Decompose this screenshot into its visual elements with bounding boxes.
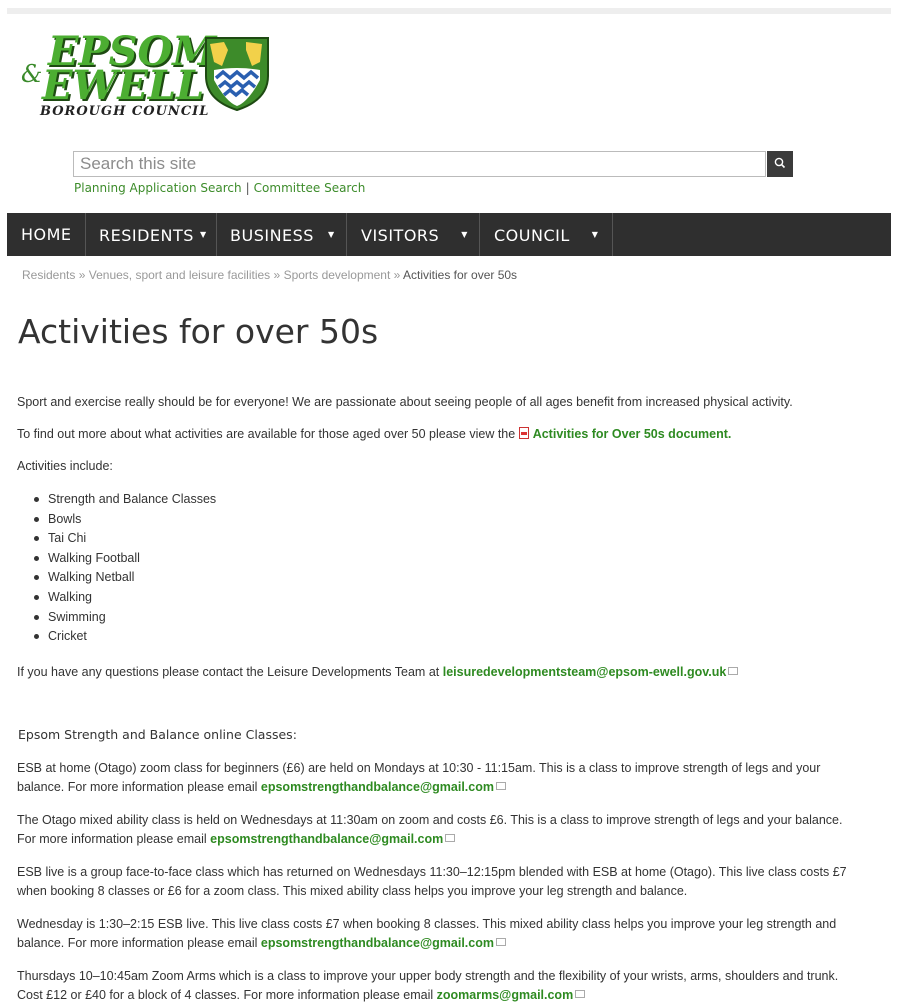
top-strip xyxy=(7,8,891,14)
p4-line2: balance. For more information please ema… xyxy=(17,936,506,950)
planning-application-search-link[interactable]: Planning Application Search xyxy=(74,181,242,195)
find-out-paragraph: To find out more about what activities a… xyxy=(17,427,731,441)
breadcrumb-separator: » xyxy=(273,268,281,282)
council-logo[interactable]: EPSOM & EWELL BOROUGH COUNCIL xyxy=(18,30,278,122)
envelope-icon xyxy=(445,834,456,842)
nav-item-business[interactable]: BUSINESS ▼ xyxy=(230,213,335,256)
nav-item-home[interactable]: HOME xyxy=(21,213,72,256)
triangle-down-icon: ▼ xyxy=(199,230,207,239)
quick-search-links: Planning Application Search | Committee Se… xyxy=(74,181,365,195)
intro-paragraph: Sport and exercise really should be for … xyxy=(17,395,793,409)
activities-document-link[interactable]: Activities for Over 50s document. xyxy=(533,427,732,441)
contact-paragraph: If you have any questions please contact… xyxy=(17,665,739,679)
esb-email-link[interactable]: epsomstrengthandbalance@gmail.com xyxy=(210,832,443,846)
nav-visitors-label: VISITORS xyxy=(361,226,440,245)
p2-line1: The Otago mixed ability class is held on… xyxy=(17,813,843,827)
triangle-down-icon: ▼ xyxy=(327,230,335,239)
list-item: Walking Football xyxy=(30,549,216,569)
envelope-icon xyxy=(495,938,506,946)
activities-list: Strength and Balance Classes Bowls Tai C… xyxy=(30,490,216,647)
list-item: Bowls xyxy=(30,510,216,530)
p5-line2: Cost £12 or £40 for a block of 4 classes… xyxy=(17,988,586,1002)
p4-line1: Wednesday is 1:30–2:15 ESB live. This li… xyxy=(17,917,837,931)
nav-business-label: BUSINESS xyxy=(230,226,314,245)
link-separator: | xyxy=(245,181,250,195)
breadcrumb-current: Activities for over 50s xyxy=(403,268,518,282)
find-out-text: To find out more about what activities a… xyxy=(17,427,516,441)
p4-text: balance. For more information please ema… xyxy=(17,936,258,950)
triangle-down-icon: ▼ xyxy=(461,230,468,239)
nav-item-residents[interactable]: RESIDENTS ▼ xyxy=(99,213,207,256)
search-button[interactable] xyxy=(767,151,793,177)
classes-heading: Epsom Strength and Balance online Classe… xyxy=(18,727,297,742)
activities-intro: Activities include: xyxy=(17,459,113,473)
esb-email-link[interactable]: epsomstrengthandbalance@gmail.com xyxy=(261,780,494,794)
main-navigation: HOME RESIDENTS ▼ BUSINESS ▼ VISITORS ▼ COUN… xyxy=(7,213,891,256)
logo-word-ewell: EWELL xyxy=(42,62,205,109)
p1-line1: ESB at home (Otago) zoom class for begin… xyxy=(17,761,821,775)
search-placeholder: Search this site xyxy=(80,154,197,173)
nav-divider xyxy=(479,213,480,256)
envelope-icon xyxy=(728,667,739,675)
p1-text: balance. For more information please ema… xyxy=(17,780,258,794)
nav-divider xyxy=(346,213,347,256)
page-title: Activities for over 50s xyxy=(18,312,379,351)
breadcrumb-residents[interactable]: Residents xyxy=(22,268,75,282)
nav-divider xyxy=(216,213,217,256)
list-item: Walking xyxy=(30,588,216,608)
list-item: Tai Chi xyxy=(30,529,216,549)
nav-council-label: COUNCIL xyxy=(494,226,570,245)
logo-subtitle: BOROUGH COUNCIL xyxy=(40,104,210,119)
leisure-team-email-link[interactable]: leisuredevelopmentsteam@epsom-ewell.gov.… xyxy=(443,665,727,679)
list-item: Swimming xyxy=(30,608,216,628)
zoomarms-email-link[interactable]: zoomarms@gmail.com xyxy=(437,988,574,1002)
p1-line2: balance. For more information please ema… xyxy=(17,780,506,794)
p5-text: Cost £12 or £40 for a block of 4 classes… xyxy=(17,988,434,1002)
breadcrumb-separator: » xyxy=(78,268,86,282)
list-item: Walking Netball xyxy=(30,568,216,588)
logo-ampersand: & xyxy=(21,60,43,88)
p3-line2: when booking 8 classes or £6 for a zoom … xyxy=(17,884,688,898)
envelope-icon xyxy=(575,990,586,998)
breadcrumb-separator: » xyxy=(393,268,401,282)
pdf-icon xyxy=(518,427,529,439)
contact-text: If you have any questions please contact… xyxy=(17,665,440,679)
list-item: Strength and Balance Classes xyxy=(30,490,216,510)
breadcrumb-venues[interactable]: Venues, sport and leisure facilities xyxy=(89,268,270,282)
triangle-down-icon: ▼ xyxy=(591,230,599,239)
nav-item-council[interactable]: COUNCIL ▼ xyxy=(494,213,598,256)
nav-divider xyxy=(612,213,613,256)
nav-home-label: HOME xyxy=(21,225,72,244)
p5-line1: Thursdays 10–10:45am Zoom Arms which is … xyxy=(17,969,839,983)
search-input[interactable]: Search this site xyxy=(73,151,766,177)
envelope-icon xyxy=(495,782,506,790)
search-icon xyxy=(774,157,786,169)
p2-text: For more information please email xyxy=(17,832,207,846)
list-item: Cricket xyxy=(30,627,216,647)
breadcrumb: Residents » Venues, sport and leisure fa… xyxy=(22,268,517,282)
nav-divider xyxy=(85,213,86,256)
esb-email-link[interactable]: epsomstrengthandbalance@gmail.com xyxy=(261,936,494,950)
nav-item-visitors[interactable]: VISITORS ▼ xyxy=(361,213,468,256)
nav-residents-label: RESIDENTS xyxy=(99,226,194,245)
committee-search-link[interactable]: Committee Search xyxy=(254,181,366,195)
council-crest-icon xyxy=(205,37,269,112)
p3-line1: ESB live is a group face-to-face class w… xyxy=(17,865,847,879)
breadcrumb-sports-development[interactable]: Sports development xyxy=(284,268,391,282)
p2-line2: For more information please email epsoms… xyxy=(17,832,456,846)
